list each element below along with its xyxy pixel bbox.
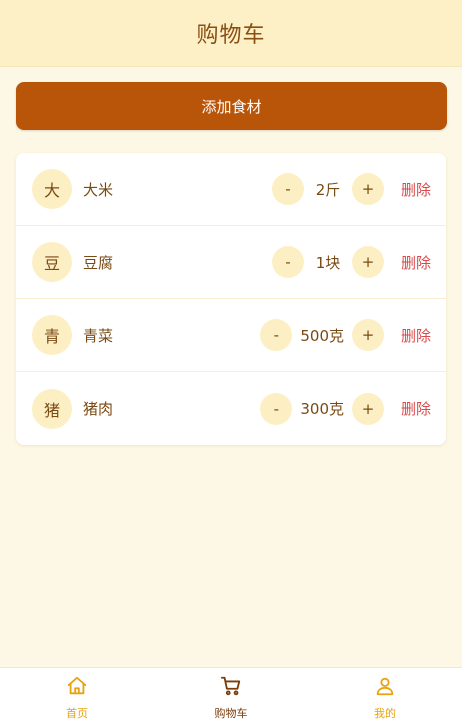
decrease-button[interactable]: - — [272, 246, 304, 278]
cart-item: 豆 豆腐 - 1块 + 删除 — [16, 226, 446, 299]
item-quantity: 500克 — [300, 326, 344, 345]
home-icon — [66, 675, 88, 701]
item-avatar: 豆 — [32, 242, 72, 282]
item-name: 青菜 — [83, 326, 114, 345]
item-avatar: 青 — [32, 315, 72, 355]
increase-button[interactable]: + — [352, 392, 384, 425]
delete-button[interactable]: 删除 — [401, 325, 431, 346]
item-quantity: 1块 — [315, 253, 341, 272]
page-header: 购物车 — [0, 0, 462, 67]
increase-button[interactable]: + — [352, 173, 384, 205]
user-icon — [374, 675, 396, 701]
item-quantity: 300克 — [300, 400, 344, 418]
increase-button[interactable]: + — [352, 319, 384, 351]
item-name: 大米 — [83, 180, 114, 199]
quantity-stepper: - 2斤 + — [272, 173, 384, 205]
decrease-button[interactable]: - — [272, 173, 304, 205]
quantity-stepper: - 300克 + — [260, 392, 384, 425]
increase-button[interactable]: + — [352, 246, 384, 278]
item-name: 豆腐 — [83, 253, 114, 272]
tab-home[interactable]: 首页 — [0, 668, 154, 728]
cart-item: 青 青菜 - 500克 + 删除 — [16, 299, 446, 372]
cart-item: 大 大米 - 2斤 + 删除 — [16, 153, 446, 226]
item-quantity: 2斤 — [315, 180, 341, 199]
item-avatar: 大 — [32, 169, 72, 209]
cart-list: 大 大米 - 2斤 + 删除 豆 豆腐 - 1块 + 删除 青 青菜 - 500… — [16, 153, 446, 445]
quantity-stepper: - 1块 + — [272, 246, 384, 278]
delete-button[interactable]: 删除 — [401, 252, 431, 273]
delete-button[interactable]: 删除 — [401, 398, 431, 419]
tab-profile[interactable]: 我的 — [308, 668, 462, 728]
add-ingredient-button[interactable]: 添加食材 — [16, 82, 447, 130]
decrease-button[interactable]: - — [260, 392, 293, 425]
tab-label: 首页 — [66, 707, 88, 720]
tab-cart[interactable]: 购物车 — [154, 668, 308, 728]
quantity-stepper: - 500克 + — [260, 319, 384, 351]
bottom-tab-bar: 首页 购物车 我的 — [0, 667, 462, 728]
page-title: 购物车 — [196, 23, 266, 48]
tab-label: 我的 — [374, 707, 396, 720]
item-name: 猪肉 — [83, 400, 114, 418]
delete-button[interactable]: 删除 — [401, 179, 431, 200]
decrease-button[interactable]: - — [260, 319, 293, 351]
item-avatar: 猪 — [32, 388, 72, 429]
tab-label: 购物车 — [214, 707, 248, 720]
cart-icon — [220, 675, 242, 701]
cart-item: 猪 猪肉 - 300克 + 删除 — [16, 372, 446, 445]
